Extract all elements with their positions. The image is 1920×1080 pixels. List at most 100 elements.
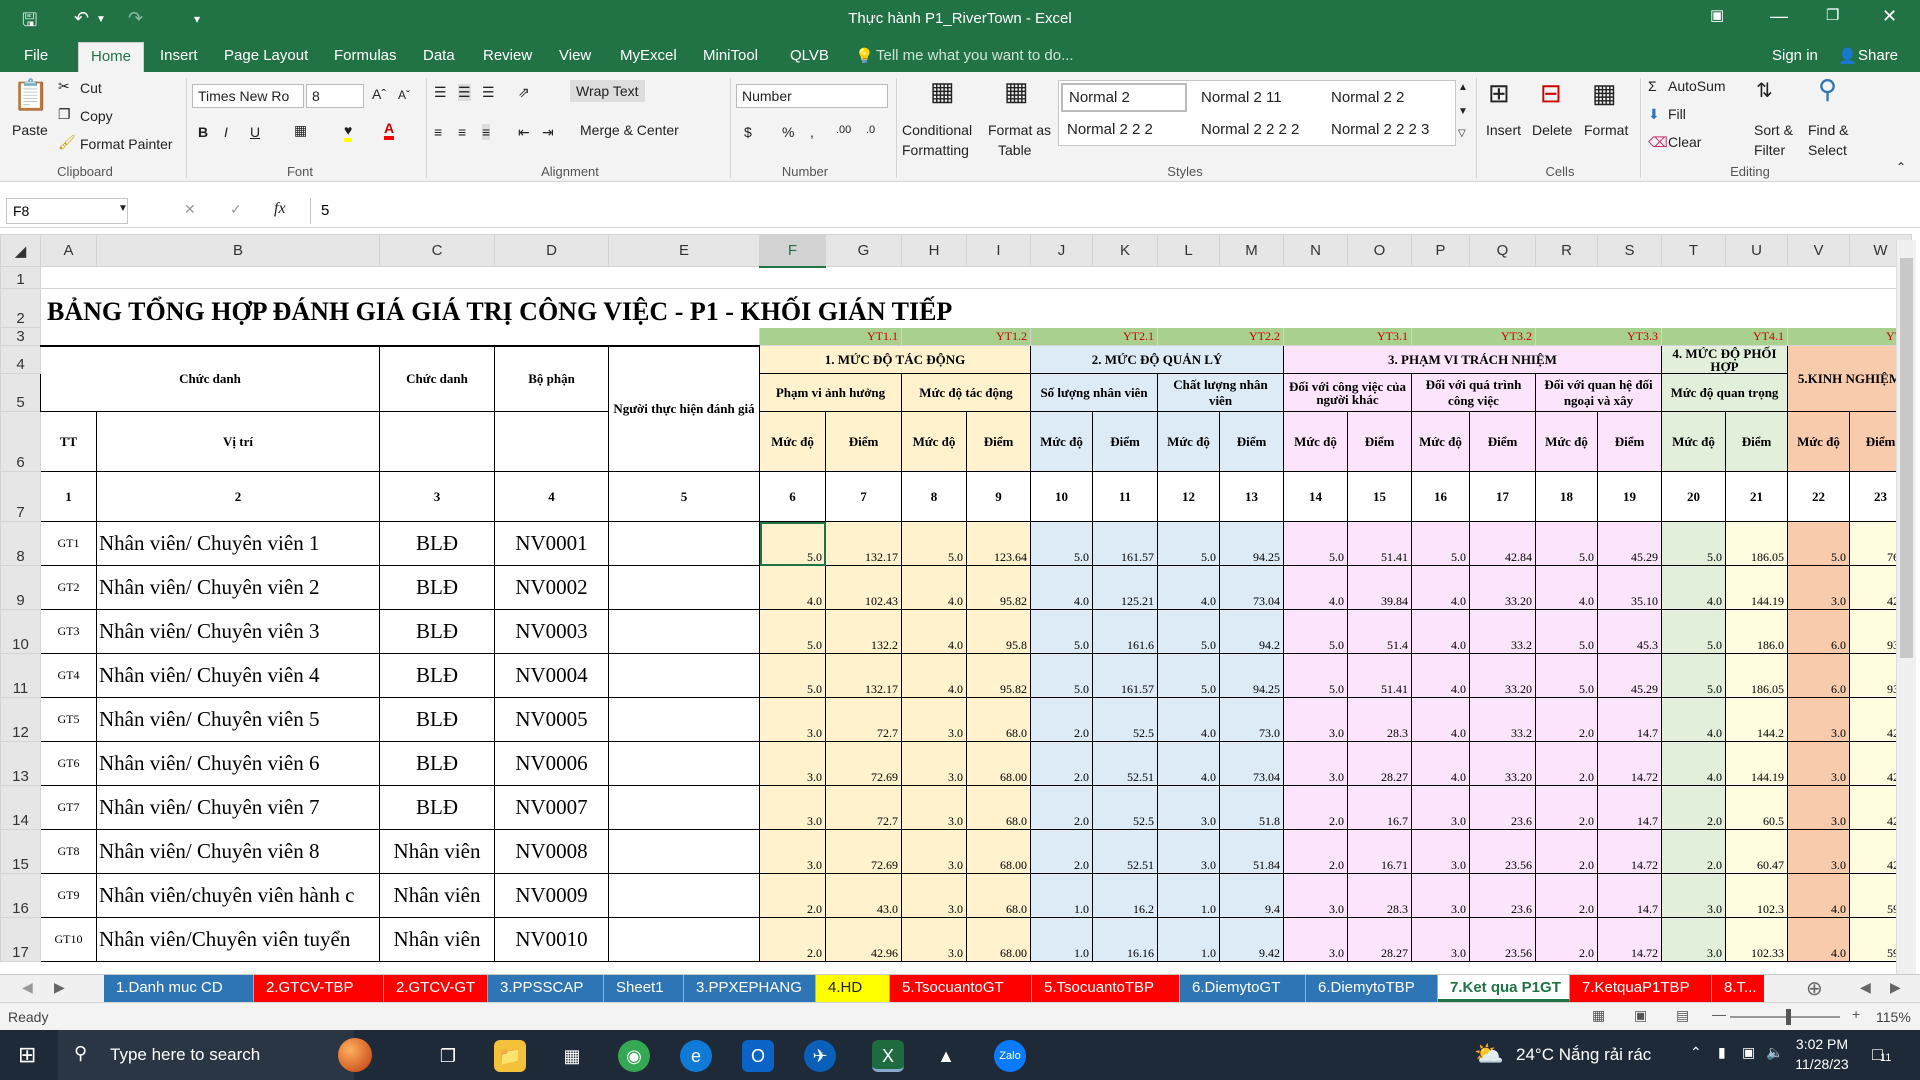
header-blank-c[interactable]	[379, 411, 495, 472]
prev-sheet-icon[interactable]: ◀	[22, 979, 33, 996]
cell-value[interactable]: 4.0	[901, 565, 967, 610]
cell-value[interactable]: 3.0	[1787, 697, 1850, 742]
cell-value[interactable]: 3.0	[1787, 785, 1850, 830]
col-header-m[interactable]: M	[1219, 234, 1284, 267]
copy-button[interactable]: Copy	[80, 108, 113, 124]
cell-nguoi-danh-gia[interactable]	[608, 697, 760, 742]
row-header[interactable]: 5	[0, 373, 41, 412]
cell-value[interactable]: 3.0	[901, 741, 967, 786]
cell-value[interactable]: 5.0	[1283, 653, 1348, 698]
merge-center-button[interactable]: Merge & Center	[580, 122, 679, 138]
conditional-formatting-button[interactable]: Conditional	[902, 122, 972, 138]
formula-input[interactable]: 5	[310, 198, 1910, 224]
battery-icon[interactable]: ▮	[1718, 1044, 1726, 1061]
header-tt[interactable]: TT	[40, 411, 97, 472]
copy-icon[interactable]: ❐	[58, 106, 71, 123]
fill-color-icon[interactable]: ♥	[344, 122, 353, 142]
header-muc-do[interactable]: Mức độ	[901, 411, 967, 472]
cell-value[interactable]: 33.20	[1469, 741, 1536, 786]
font-color-icon[interactable]: A	[384, 120, 395, 140]
row-header[interactable]: 6	[0, 411, 41, 472]
format-as-table-label[interactable]: Table	[998, 142, 1031, 158]
tab-formulas[interactable]: Formulas	[334, 47, 397, 64]
row-header[interactable]: 16	[0, 873, 41, 918]
cell-value[interactable]: 39.84	[1347, 565, 1412, 610]
cell-value[interactable]: 3.0	[901, 697, 967, 742]
col-header-q[interactable]: Q	[1469, 234, 1536, 267]
row-header[interactable]: 11	[0, 653, 41, 698]
header-diem[interactable]: Điểm	[825, 411, 902, 472]
align-top-icon[interactable]: ☰	[434, 84, 447, 101]
file-explorer-icon[interactable]: 📁	[494, 1040, 526, 1072]
cell-value[interactable]: 5.0	[1157, 653, 1220, 698]
cell-chuc-danh[interactable]: BLĐ	[379, 565, 495, 610]
cell-position[interactable]: Nhân viên/Chuyên viên tuyển	[96, 917, 380, 962]
tab-scroll-right-icon[interactable]: ▶	[1890, 979, 1901, 996]
insert-function-icon[interactable]: fx	[274, 200, 286, 218]
cell-value[interactable]: 2.0	[1535, 873, 1598, 918]
clear-button[interactable]: Clear	[1668, 134, 1701, 150]
cell-value[interactable]: 33.2	[1469, 697, 1536, 742]
decrease-indent-icon[interactable]: ⇤	[518, 124, 530, 141]
find-select-icon[interactable]: ⚲	[1818, 74, 1837, 105]
cell-value[interactable]: 4.0	[1411, 565, 1470, 610]
format-painter-button[interactable]: Format Painter	[80, 136, 173, 152]
collapse-ribbon-icon[interactable]: ⌃	[1896, 160, 1906, 174]
cell-position[interactable]: Nhân viên/ Chuyên viên 8	[96, 829, 380, 874]
cell-value[interactable]: 14.7	[1597, 873, 1662, 918]
wrap-text-button[interactable]: Wrap Text	[570, 80, 645, 102]
col-header-s[interactable]: S	[1597, 234, 1662, 267]
cell-position[interactable]: Nhân viên/chuyên viên hành c	[96, 873, 380, 918]
col-number[interactable]: 10	[1030, 471, 1093, 522]
fill-icon[interactable]: ⬇	[1648, 106, 1660, 123]
tab-page-layout[interactable]: Page Layout	[224, 47, 308, 64]
cell-nguoi-danh-gia[interactable]	[608, 829, 760, 874]
cell-value[interactable]: 4.0	[1661, 697, 1726, 742]
comma-icon[interactable]: ,	[810, 124, 814, 140]
cell-value[interactable]: 28.3	[1347, 873, 1412, 918]
zoom-slider[interactable]	[1730, 1016, 1840, 1018]
microsoft-store-icon[interactable]: ▦	[556, 1040, 588, 1072]
cell-value[interactable]: 45.29	[1597, 653, 1662, 698]
code-yt1-2[interactable]: YT1.2	[901, 327, 1031, 346]
outlook-icon[interactable]: O	[742, 1040, 774, 1072]
enter-icon[interactable]: ✓	[230, 201, 242, 218]
cell-value[interactable]: 4.0	[759, 565, 826, 610]
zoom-out-icon[interactable]: —	[1712, 1006, 1726, 1022]
cell-value[interactable]: 16.7	[1347, 785, 1412, 830]
cell-value[interactable]: 3.0	[1787, 829, 1850, 874]
cell-value[interactable]: 42.84	[1469, 521, 1536, 566]
cell-position[interactable]: Nhân viên/ Chuyên viên 5	[96, 697, 380, 742]
align-center-icon[interactable]: ≡	[458, 124, 466, 140]
cell-value[interactable]: 4.0	[1411, 697, 1470, 742]
autosum-button[interactable]: AutoSum	[1668, 78, 1726, 94]
cell-value[interactable]: 16.71	[1347, 829, 1412, 874]
cell-value[interactable]: 51.41	[1347, 521, 1412, 566]
cell-value[interactable]: 68.0	[966, 697, 1031, 742]
row-header[interactable]: 13	[0, 741, 41, 786]
cell-position[interactable]: Nhân viên/ Chuyên viên 6	[96, 741, 380, 786]
cell-value[interactable]: 43.0	[825, 873, 902, 918]
header-group-5[interactable]: 5.KINH NGHIỆM	[1787, 345, 1912, 412]
row-1-cells[interactable]	[40, 266, 1912, 289]
cell-value[interactable]: 72.69	[825, 741, 902, 786]
cut-button[interactable]: Cut	[80, 80, 102, 96]
subheader-muc-do-tac-dong[interactable]: Mức độ tác động	[901, 373, 1031, 412]
cell-value[interactable]: 14.7	[1597, 697, 1662, 742]
cell-value[interactable]: 1.0	[1157, 873, 1220, 918]
cell-value[interactable]: 5.0	[759, 653, 826, 698]
cell-nguoi-danh-gia[interactable]	[608, 609, 760, 654]
cell-value[interactable]: 2.0	[1661, 829, 1726, 874]
code-yt2-2[interactable]: YT2.2	[1157, 327, 1284, 346]
cell-value[interactable]: 3.0	[1411, 829, 1470, 874]
cell-value[interactable]: 51.41	[1347, 653, 1412, 698]
cell-value[interactable]: 3.0	[1283, 917, 1348, 962]
header-diem[interactable]: Điểm	[1725, 411, 1788, 472]
header-muc-do[interactable]: Mức độ	[1787, 411, 1850, 472]
cell-value[interactable]: 14.7	[1597, 785, 1662, 830]
cell-value[interactable]: 16.2	[1092, 873, 1158, 918]
name-box-dropdown-icon[interactable]: ▼	[118, 203, 128, 214]
cell-value[interactable]: 102.43	[825, 565, 902, 610]
cell-value[interactable]: 102.3	[1725, 873, 1788, 918]
subheader-pham-vi[interactable]: Phạm vi ảnh hưởng	[759, 373, 902, 412]
